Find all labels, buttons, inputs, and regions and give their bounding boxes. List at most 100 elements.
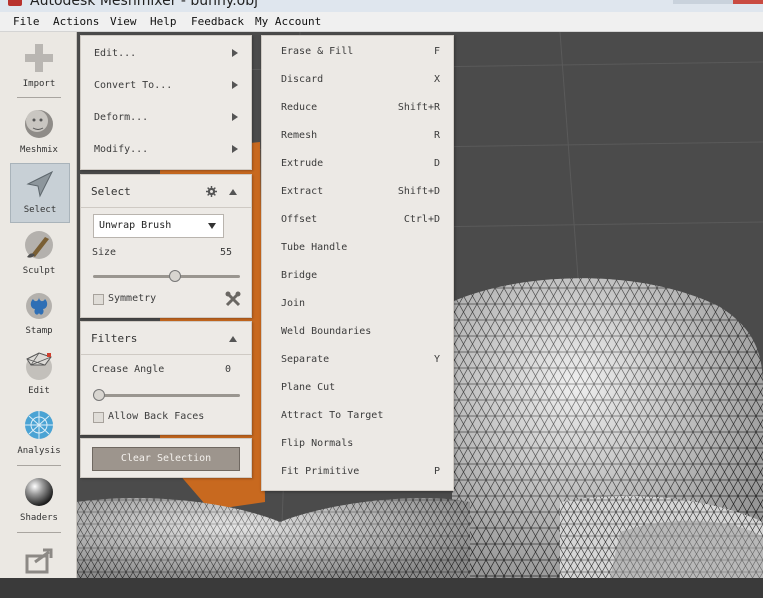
select-panel: Select Unwrap Brush Size 55 Symmetry	[80, 174, 252, 318]
tool-label: Analysis	[17, 446, 61, 456]
edit-menu-item[interactable]: Extrude	[281, 158, 323, 169]
stamp-icon	[26, 293, 52, 319]
chevron-right-icon	[232, 81, 238, 89]
select-actions-submenu: Edit... Convert To... Deform... Modify..…	[80, 35, 252, 170]
sculpt-brush-icon	[25, 231, 53, 259]
crease-angle-label: Crease Angle	[92, 364, 165, 375]
divider	[17, 465, 61, 466]
shortcut-key: F	[433, 46, 440, 57]
menu-file[interactable]: File	[13, 15, 40, 28]
tool-label: Import	[22, 79, 56, 89]
submenu-convert-to[interactable]: Convert To...	[94, 80, 172, 91]
edit-menu: Erase & Fill F Discard X Reduce Shift+R Remesh…	[261, 35, 454, 491]
edit-menu-item[interactable]: Discard	[281, 74, 323, 85]
chevron-right-icon	[232, 49, 238, 57]
shortcut-key: Y	[433, 354, 440, 365]
edit-menu-item[interactable]: Separate	[281, 354, 329, 365]
edit-menu-item[interactable]: Bridge	[281, 270, 317, 281]
menu-help[interactable]: Help	[150, 15, 177, 28]
size-value: 55	[220, 247, 233, 258]
tool-meshmix[interactable]: Meshmix	[10, 104, 68, 162]
panel-title: Filters	[91, 332, 138, 345]
meshmix-head-icon	[25, 110, 53, 138]
shortcut-key: D	[433, 158, 440, 169]
edit-menu-item[interactable]: Join	[281, 298, 305, 309]
symmetry-checkbox[interactable]	[93, 294, 104, 305]
submenu-edit[interactable]: Edit...	[94, 48, 136, 59]
clear-selection-button[interactable]: Clear Selection	[92, 447, 240, 471]
tool-sculpt[interactable]: Sculpt	[10, 225, 68, 283]
tool-label: Meshmix	[20, 145, 58, 155]
window-controls[interactable]	[673, 0, 763, 10]
shortcut-key: Ctrl+D	[403, 214, 440, 225]
chevron-right-icon	[232, 113, 238, 121]
export-icon	[25, 548, 53, 574]
divider	[17, 97, 61, 98]
menu-feedback[interactable]: Feedback	[191, 15, 244, 28]
crease-slider-track[interactable]	[93, 394, 240, 397]
analysis-globe-icon	[25, 411, 53, 439]
title-bar: Autodesk Meshmixer - bunny.obj	[0, 0, 763, 12]
tool-shaders[interactable]: Shaders	[10, 472, 68, 530]
select-arrow-icon	[26, 170, 54, 198]
submenu-modify[interactable]: Modify...	[94, 144, 148, 155]
shortcut-key: P	[433, 466, 440, 477]
tool-import[interactable]: Import	[10, 38, 68, 96]
symmetry-label: Symmetry	[108, 293, 157, 304]
edit-menu-item[interactable]: Weld Boundaries	[281, 326, 371, 337]
menu-view[interactable]: View	[110, 15, 137, 28]
crease-angle-value: 0	[225, 364, 232, 375]
filters-panel: Filters Crease Angle 0 Allow Back Faces	[80, 321, 252, 435]
size-label: Size	[92, 247, 117, 258]
brush-dropdown[interactable]: Unwrap Brush	[93, 214, 224, 238]
menu-actions[interactable]: Actions	[53, 15, 99, 28]
edit-menu-item[interactable]: Plane Cut	[281, 382, 335, 393]
tool-label: Edit	[28, 386, 50, 396]
allow-back-faces-checkbox[interactable]	[93, 412, 104, 423]
edit-menu-item[interactable]: Tube Handle	[281, 242, 347, 253]
gear-icon[interactable]	[206, 186, 217, 197]
size-slider-handle[interactable]	[168, 270, 181, 282]
edit-menu-item[interactable]: Flip Normals	[281, 438, 353, 449]
tool-export[interactable]	[10, 540, 68, 598]
shaders-ball-icon	[25, 478, 53, 506]
edit-menu-item[interactable]: Offset	[281, 214, 317, 225]
size-slider-track[interactable]	[93, 275, 240, 278]
panel-title: Select	[91, 185, 131, 198]
tool-edit[interactable]: Edit	[10, 345, 68, 403]
submenu-deform[interactable]: Deform...	[94, 112, 148, 123]
chevron-right-icon	[232, 145, 238, 153]
tool-label: Select	[23, 205, 57, 215]
collapse-icon[interactable]	[229, 189, 237, 195]
edit-menu-item[interactable]: Remesh	[281, 130, 317, 141]
menu-my-account[interactable]: My Account	[255, 15, 321, 28]
app-icon	[8, 0, 22, 6]
tool-label: Stamp	[25, 326, 53, 336]
edit-menu-item[interactable]: Extract	[281, 186, 323, 197]
shortcut-key: R	[433, 130, 440, 141]
window-title: Autodesk Meshmixer - bunny.obj	[30, 0, 259, 9]
shortcut-key: X	[433, 74, 440, 85]
edit-sphere-icon	[26, 352, 52, 380]
wrench-icon[interactable]	[225, 291, 241, 307]
tool-analysis[interactable]: Analysis	[10, 405, 68, 463]
divider	[17, 532, 61, 533]
tool-label: Shaders	[20, 513, 58, 523]
chevron-down-icon	[208, 223, 216, 229]
tool-stamp[interactable]: Stamp	[10, 285, 68, 343]
edit-menu-item[interactable]: Fit Primitive	[281, 466, 359, 477]
crease-slider-handle[interactable]	[93, 389, 105, 401]
edit-menu-item[interactable]: Reduce	[281, 102, 317, 113]
tool-sidebar: Import Meshmix Select Sculpt Stamp Edit …	[0, 32, 77, 578]
edit-menu-item[interactable]: Attract To Target	[281, 410, 383, 421]
plus-icon	[25, 44, 53, 72]
brush-dropdown-value: Unwrap Brush	[99, 220, 172, 231]
tool-label: Sculpt	[22, 266, 56, 276]
menu-bar: File Actions View Help Feedback My Accou…	[0, 12, 763, 32]
edit-menu-item[interactable]: Erase & Fill	[281, 46, 353, 57]
collapse-icon[interactable]	[229, 336, 237, 342]
allow-back-faces-label: Allow Back Faces	[108, 411, 205, 422]
shortcut-key: Shift+D	[397, 186, 440, 197]
tool-select[interactable]: Select	[10, 163, 70, 223]
shortcut-key: Shift+R	[397, 102, 440, 113]
